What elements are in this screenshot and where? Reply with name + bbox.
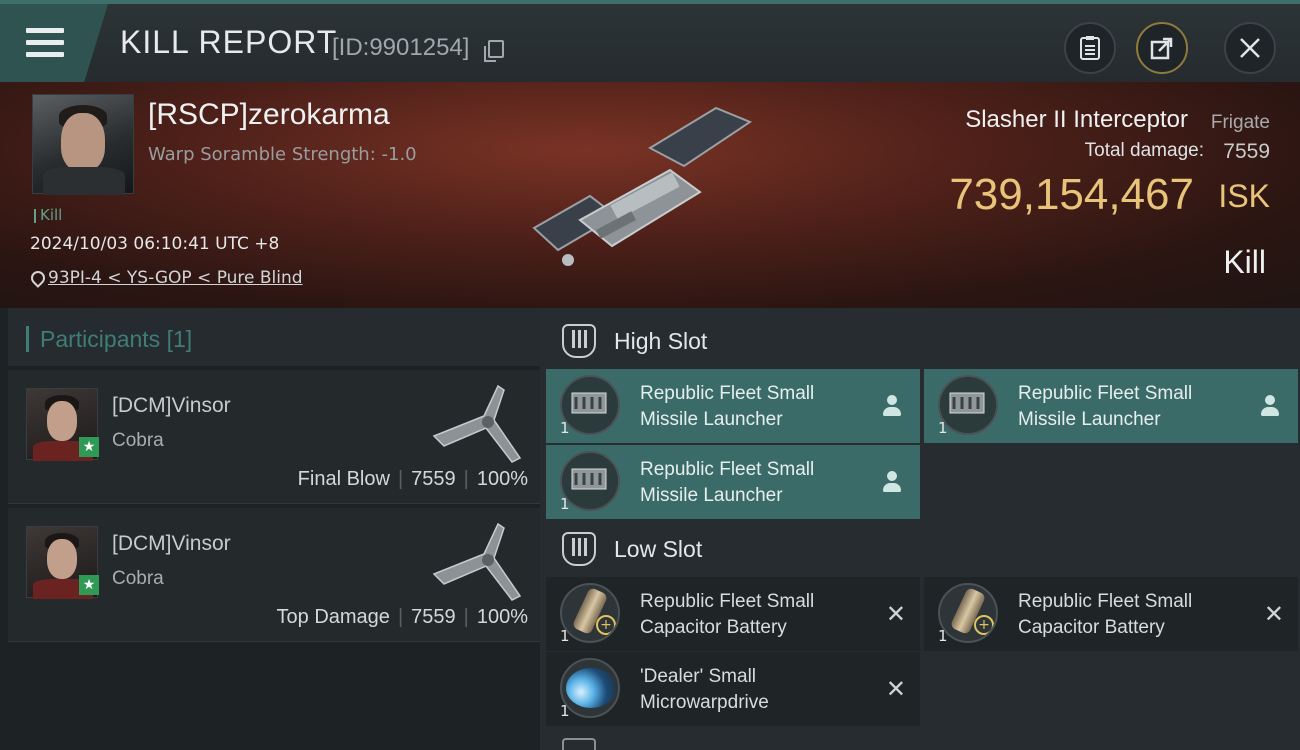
slot-icon bbox=[562, 324, 596, 358]
total-damage-label: Total damage: bbox=[1084, 140, 1204, 161]
module-quantity: 1 bbox=[938, 627, 948, 645]
module-name: Republic Fleet Small Missile Launcher bbox=[640, 383, 815, 430]
kill-datetime: 2024/10/03 06:10:41 UTC +8 bbox=[30, 234, 280, 254]
share-button[interactable] bbox=[1136, 22, 1188, 74]
share-icon bbox=[1150, 37, 1173, 60]
victim-name[interactable]: [RSCP]zerokarma bbox=[148, 98, 390, 132]
module-item[interactable]: 1 'Dealer' Small Microwarpdrive ✕ bbox=[546, 652, 920, 726]
module-item[interactable]: + 1 Republic Fleet Small Capacitor Batter… bbox=[546, 577, 920, 651]
module-quantity: 1 bbox=[938, 419, 948, 437]
participant-card[interactable]: ★ [DCM]Vinsor Cobra Top Damage | 7559 | 100% bbox=[8, 508, 540, 642]
user-icon bbox=[882, 395, 902, 417]
module-name: Republic Fleet Small Capacitor Battery bbox=[640, 591, 815, 638]
module-quantity: 1 bbox=[560, 419, 570, 437]
slot-icon bbox=[562, 738, 596, 750]
module-name: Republic Fleet Small Missile Launcher bbox=[1018, 383, 1193, 430]
victim-ship-image[interactable] bbox=[520, 100, 770, 280]
participant-damage: 7559 bbox=[411, 606, 456, 628]
kill-tag: Kill bbox=[34, 206, 62, 224]
copy-icon[interactable] bbox=[484, 40, 504, 62]
cross-icon: ✕ bbox=[1263, 600, 1284, 628]
clipboard-icon bbox=[1080, 36, 1100, 60]
clipboard-button[interactable] bbox=[1064, 22, 1116, 74]
participant-name: [DCM]Vinsor bbox=[112, 532, 231, 555]
module-item[interactable]: 1 Republic Fleet Small Missile Launcher bbox=[546, 369, 920, 443]
participant-stats: Final Blow | 7559 | 100% bbox=[297, 468, 528, 490]
close-icon bbox=[1240, 38, 1260, 58]
participant-stats: Top Damage | 7559 | 100% bbox=[276, 606, 528, 628]
kill-label: Kill bbox=[1223, 244, 1266, 280]
star-icon: ★ bbox=[79, 437, 99, 457]
star-icon: ★ bbox=[79, 575, 99, 595]
total-damage-value: 7559 bbox=[1223, 140, 1270, 163]
module-item[interactable]: 1 Republic Fleet Small Missile Launcher bbox=[924, 369, 1298, 443]
report-id: [ID:9901254] bbox=[332, 34, 470, 61]
module-quantity: 1 bbox=[560, 702, 570, 720]
participant-ship-image bbox=[432, 522, 522, 601]
warp-scramble-strength: Warp Soramble Strength: -1.0 bbox=[148, 144, 417, 165]
module-item[interactable]: + 1 Republic Fleet Small Capacitor Batter… bbox=[924, 577, 1298, 651]
low-slot-header: Low Slot bbox=[548, 520, 1300, 578]
module-quantity: 1 bbox=[560, 495, 570, 513]
user-icon bbox=[1260, 395, 1280, 417]
avatar[interactable]: ★ bbox=[26, 388, 99, 461]
participant-ship-image bbox=[432, 384, 522, 463]
module-item[interactable]: 1 Republic Fleet Small Missile Launcher bbox=[546, 445, 920, 519]
participants-title: Participants [1] bbox=[25, 326, 193, 353]
participant-damage: 7559 bbox=[411, 468, 456, 490]
cross-icon: ✕ bbox=[885, 600, 906, 628]
participant-ship: Cobra bbox=[112, 568, 164, 589]
avatar[interactable]: ★ bbox=[26, 526, 99, 599]
module-name: Republic Fleet Small Missile Launcher bbox=[640, 459, 815, 506]
location-link[interactable]: 93PI-4 < YS-GOP < Pure Blind bbox=[48, 268, 303, 288]
kill-location[interactable]: 93PI-4 < YS-GOP < Pure Blind bbox=[30, 268, 303, 288]
close-button[interactable] bbox=[1224, 22, 1276, 74]
participant-name: [DCM]Vinsor bbox=[112, 394, 231, 417]
participant-percent: 100% bbox=[476, 606, 528, 628]
menu-button[interactable] bbox=[0, 4, 108, 82]
victim-ship-name[interactable]: Slasher II Interceptor bbox=[965, 106, 1188, 134]
isk-unit: ISK bbox=[1218, 178, 1270, 214]
participant-role: Top Damage bbox=[276, 606, 390, 628]
participant-card[interactable]: ★ [DCM]Vinsor Cobra Final Blow | 7559 | 100% bbox=[8, 370, 540, 504]
module-quantity: 1 bbox=[560, 627, 570, 645]
isk-value: 739,154,467 bbox=[949, 170, 1194, 219]
participant-role: Final Blow bbox=[297, 468, 390, 490]
participant-ship: Cobra bbox=[112, 430, 164, 451]
pin-icon bbox=[30, 271, 42, 285]
low-slot-title: Low Slot bbox=[614, 535, 703, 562]
high-slot-header: High Slot bbox=[548, 312, 1300, 370]
participants-count: [1] bbox=[166, 326, 193, 352]
participant-percent: 100% bbox=[476, 468, 528, 490]
high-slot-title: High Slot bbox=[614, 327, 708, 354]
victim-ship-class: Frigate bbox=[1210, 112, 1270, 133]
module-name: Republic Fleet Small Capacitor Battery bbox=[1018, 591, 1193, 638]
user-icon bbox=[882, 471, 902, 493]
page-title: KILL REPORT bbox=[120, 24, 338, 60]
bottom-fade bbox=[548, 730, 1300, 750]
victim-portrait[interactable] bbox=[32, 94, 134, 195]
top-bar: KILL REPORT [ID:9901254] bbox=[0, 0, 1300, 82]
slot-icon bbox=[562, 532, 596, 566]
cross-icon: ✕ bbox=[885, 675, 906, 703]
menu-icon bbox=[26, 28, 64, 58]
module-name: 'Dealer' Small Microwarpdrive bbox=[640, 666, 769, 713]
